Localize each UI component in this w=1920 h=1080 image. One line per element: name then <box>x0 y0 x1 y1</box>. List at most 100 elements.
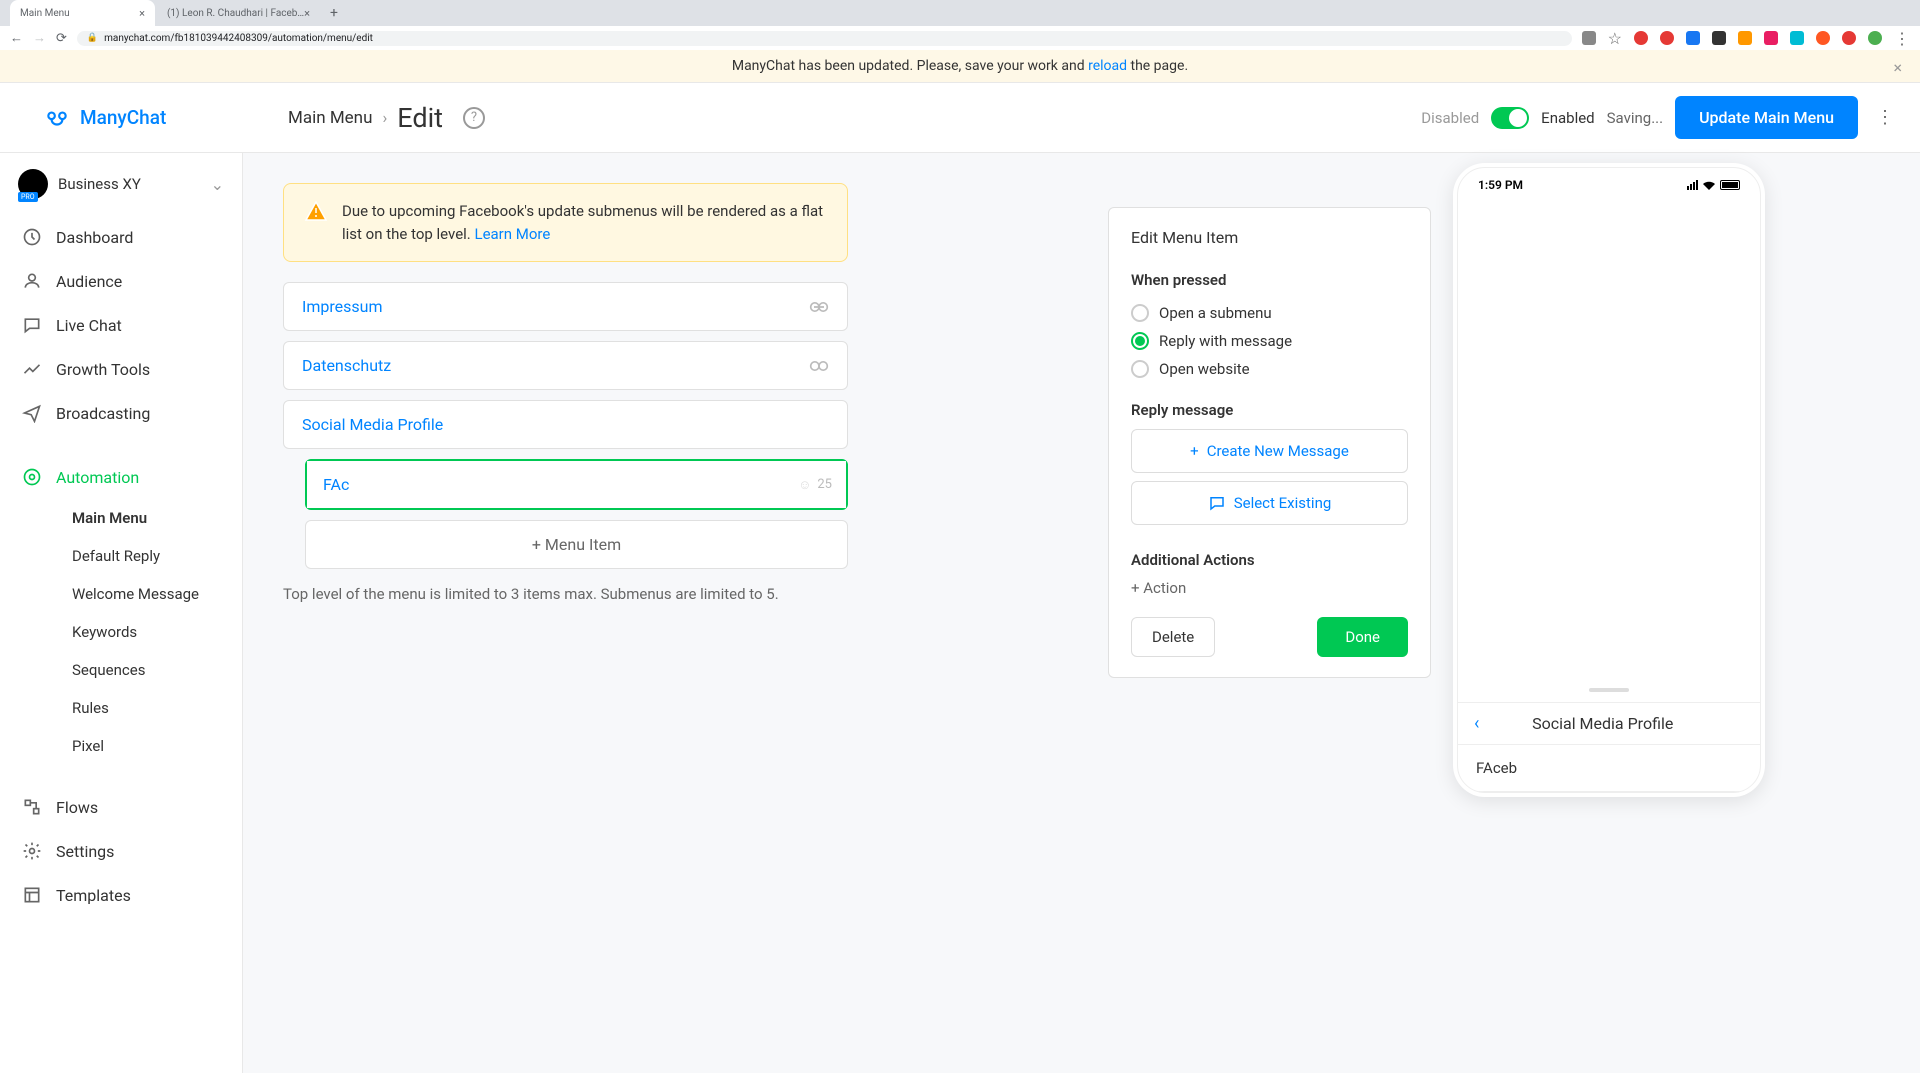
star-icon[interactable]: ☆ <box>1608 29 1622 48</box>
alert-box: Due to upcoming Facebook's update submen… <box>283 183 848 262</box>
phone-menu-item[interactable]: FAceb <box>1458 745 1760 792</box>
menu-item-row[interactable]: Datenschutz <box>283 341 848 390</box>
radio-open-submenu[interactable]: Open a submenu <box>1131 299 1408 327</box>
disabled-label: Disabled <box>1421 109 1479 127</box>
extension-icon[interactable] <box>1582 31 1596 45</box>
radio-open-website[interactable]: Open website <box>1131 355 1408 383</box>
subnav-rules[interactable]: Rules <box>72 689 242 727</box>
alert-text: Due to upcoming Facebook's update submen… <box>342 202 823 243</box>
sidebar-item-flows[interactable]: Flows <box>0 785 242 829</box>
done-button[interactable]: Done <box>1317 617 1408 657</box>
sidebar-item-settings[interactable]: Settings <box>0 829 242 873</box>
notification-bar: ManyChat has been updated. Please, save … <box>0 50 1920 83</box>
radio-reply-message[interactable]: Reply with message <box>1131 327 1408 355</box>
audience-icon <box>22 271 42 291</box>
sidebar-item-label: Dashboard <box>56 228 133 247</box>
delete-button[interactable]: Delete <box>1131 617 1215 657</box>
enabled-toggle[interactable] <box>1491 107 1529 129</box>
menu-item-row[interactable]: Impressum <box>283 282 848 331</box>
tab-title: (1) Leon R. Chaudhari | Faceb… <box>167 8 304 19</box>
extension-icon[interactable] <box>1816 31 1830 45</box>
sidebar-item-broadcasting[interactable]: Broadcasting <box>0 391 242 435</box>
extension-icon[interactable] <box>1738 31 1752 45</box>
subnav-welcome[interactable]: Welcome Message <box>72 575 242 613</box>
create-new-message-button[interactable]: + Create New Message <box>1131 429 1408 473</box>
breadcrumb-item[interactable]: Main Menu <box>288 108 372 128</box>
emoji-icon[interactable]: ☺ <box>798 477 811 493</box>
subnav-sequences[interactable]: Sequences <box>72 651 242 689</box>
automation-icon <box>22 467 42 487</box>
sidebar-item-audience[interactable]: Audience <box>0 259 242 303</box>
extension-icon[interactable] <box>1686 31 1700 45</box>
notif-text: the page. <box>1127 58 1188 74</box>
extension-icon[interactable] <box>1790 31 1804 45</box>
learn-more-link[interactable]: Learn More <box>474 225 550 243</box>
sidebar-item-dashboard[interactable]: Dashboard <box>0 215 242 259</box>
address-bar[interactable]: 🔒 manychat.com/fb181039442408309/automat… <box>77 31 1572 46</box>
menu-item-input[interactable] <box>307 461 846 508</box>
tab-title: Main Menu <box>20 8 70 19</box>
sidebar: Business XY ⌄ Dashboard Audience Live Ch… <box>0 153 243 1073</box>
breadcrumb: Main Menu › Edit ? <box>243 102 485 134</box>
enabled-label: Enabled <box>1541 109 1594 127</box>
logo[interactable]: ManyChat <box>0 105 243 131</box>
reload-link[interactable]: reload <box>1088 58 1127 74</box>
notif-text: ManyChat has been updated. Please, save … <box>732 58 1088 74</box>
phone-preview: 1:59 PM ‹ Social Media Profile FAceb <box>1453 163 1765 797</box>
sidebar-item-label: Growth Tools <box>56 360 150 379</box>
chevron-down-icon: ⌄ <box>211 175 224 194</box>
radio-label: Open a submenu <box>1159 304 1272 322</box>
reload-button[interactable]: ⟳ <box>56 31 67 46</box>
signal-icon <box>1687 180 1698 190</box>
extension-icon[interactable] <box>1660 31 1674 45</box>
button-label: Select Existing <box>1234 494 1332 512</box>
subnav-default-reply[interactable]: Default Reply <box>72 537 242 575</box>
radio-label: Open website <box>1159 360 1250 378</box>
extension-icon[interactable] <box>1712 31 1726 45</box>
plus-icon: + <box>1190 442 1199 460</box>
radio-icon <box>1131 332 1149 350</box>
close-icon[interactable]: × <box>1893 58 1902 77</box>
add-action-button[interactable]: + Action <box>1131 579 1408 597</box>
sidebar-item-growth[interactable]: Growth Tools <box>0 347 242 391</box>
browser-tab[interactable]: (1) Leon R. Chaudhari | Faceb… × <box>157 0 320 26</box>
subnav-main-menu[interactable]: Main Menu <box>72 499 242 537</box>
sidebar-item-label: Live Chat <box>56 316 122 335</box>
close-icon[interactable]: × <box>304 7 310 20</box>
workspace-avatar <box>18 169 48 199</box>
sidebar-item-label: Templates <box>56 886 131 905</box>
help-icon[interactable]: ? <box>463 107 485 129</box>
phone-nav-title: Social Media Profile <box>1479 714 1726 733</box>
add-tab-button[interactable]: + <box>330 5 338 21</box>
browser-tab[interactable]: Main Menu × <box>10 0 155 26</box>
add-menu-item-button[interactable]: + Menu Item <box>305 520 848 569</box>
lock-icon: 🔒 <box>87 33 98 43</box>
back-button[interactable]: ← <box>10 30 23 46</box>
edit-menu-item-panel: Edit Menu Item When pressed Open a subme… <box>1108 207 1431 678</box>
sidebar-item-templates[interactable]: Templates <box>0 873 242 917</box>
sidebar-item-label: Broadcasting <box>56 404 150 423</box>
extension-icon[interactable] <box>1842 31 1856 45</box>
workspace-name: Business XY <box>58 175 201 193</box>
menu-item-row[interactable]: Social Media Profile <box>283 400 848 449</box>
sidebar-item-label: Automation <box>56 468 139 487</box>
sidebar-item-automation[interactable]: Automation <box>0 455 242 499</box>
gear-icon <box>22 841 42 861</box>
forward-button[interactable]: → <box>33 30 46 46</box>
extension-icon[interactable] <box>1764 31 1778 45</box>
more-icon[interactable]: ⋮ <box>1870 107 1900 128</box>
phone-nav-bar: ‹ Social Media Profile <box>1458 702 1760 745</box>
profile-avatar[interactable] <box>1868 31 1882 45</box>
update-main-menu-button[interactable]: Update Main Menu <box>1675 96 1858 139</box>
workspace-selector[interactable]: Business XY ⌄ <box>0 153 242 215</box>
browser-chrome: Main Menu × (1) Leon R. Chaudhari | Face… <box>0 0 1920 50</box>
menu-icon[interactable]: ⋮ <box>1894 29 1910 48</box>
sidebar-item-livechat[interactable]: Live Chat <box>0 303 242 347</box>
menu-item-label: Impressum <box>302 297 383 316</box>
subnav-pixel[interactable]: Pixel <box>72 727 242 765</box>
select-existing-button[interactable]: Select Existing <box>1131 481 1408 525</box>
subnav-keywords[interactable]: Keywords <box>72 613 242 651</box>
templates-icon <box>22 885 42 905</box>
extension-icon[interactable] <box>1634 31 1648 45</box>
close-icon[interactable]: × <box>139 7 145 20</box>
